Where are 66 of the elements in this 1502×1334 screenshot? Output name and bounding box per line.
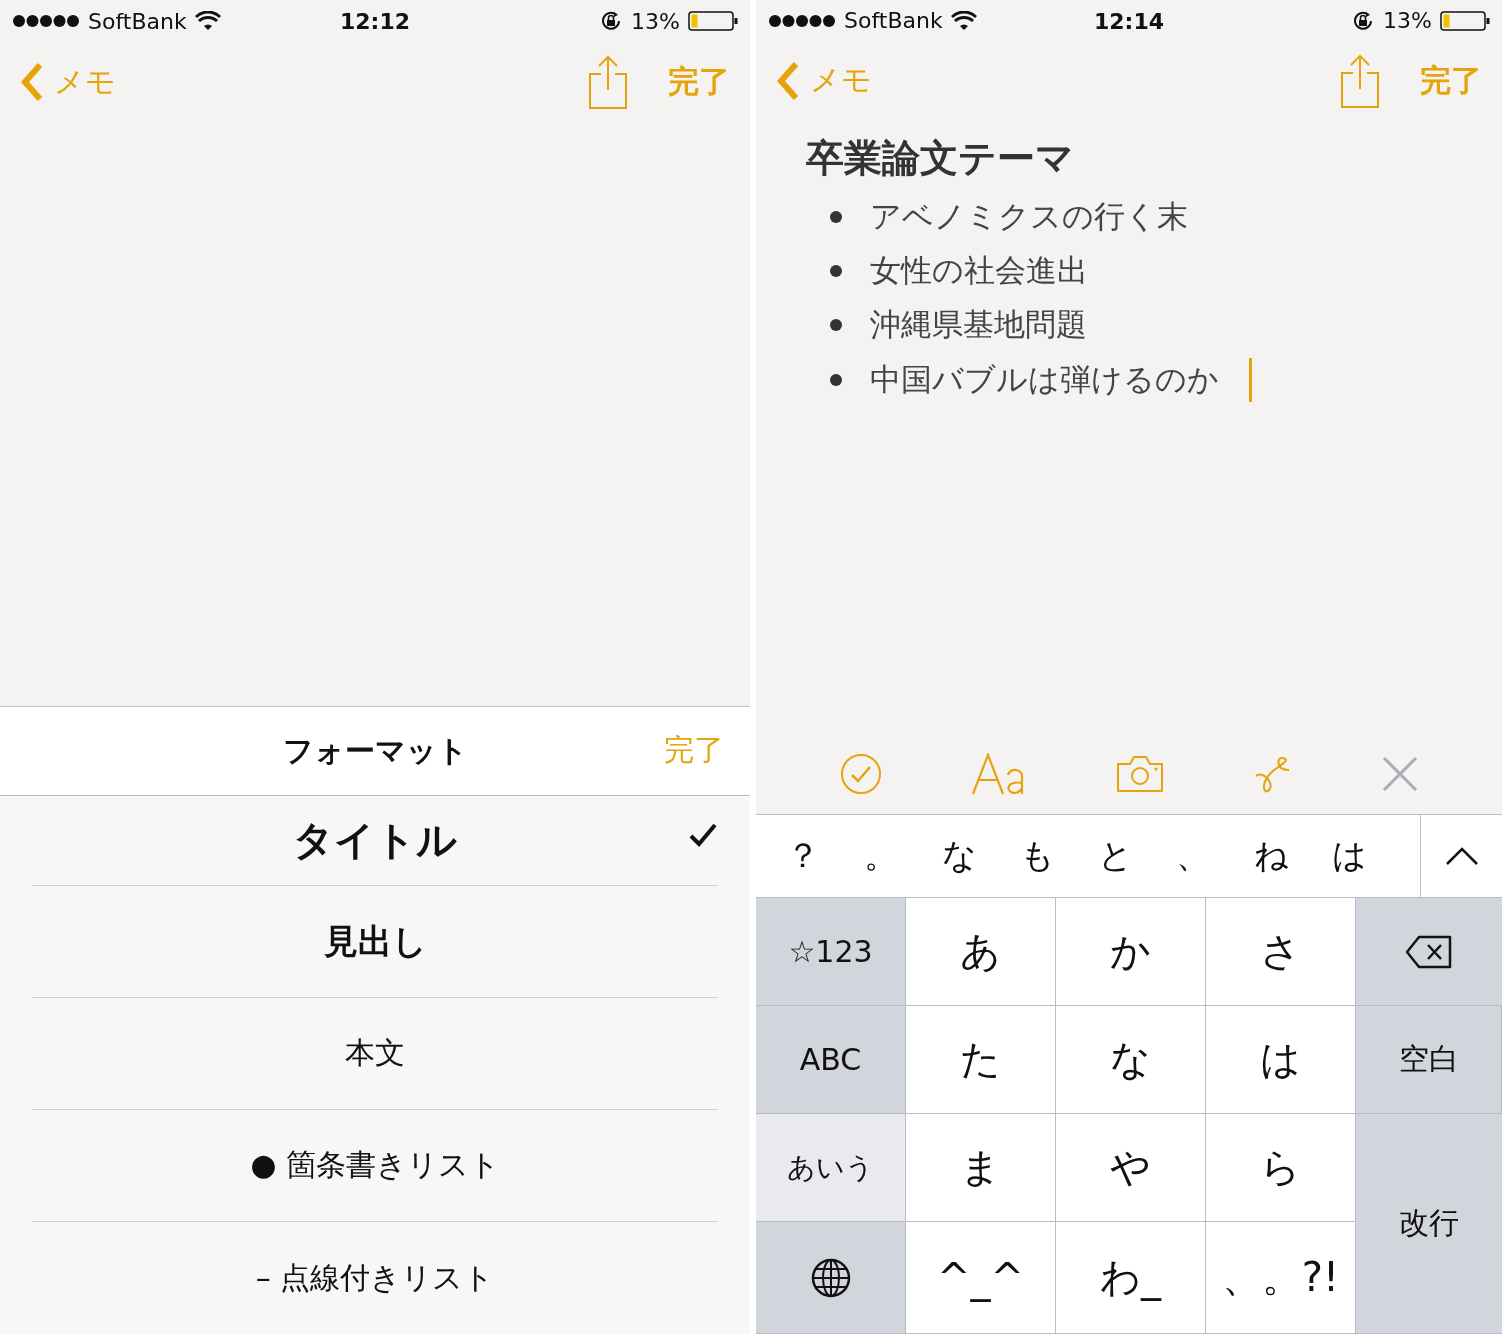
signal-icon bbox=[12, 14, 80, 28]
keyboard-key[interactable]: や bbox=[1056, 1114, 1206, 1222]
keyboard-key[interactable]: さ bbox=[1206, 898, 1356, 1006]
keyboard-key[interactable]: ^_^ bbox=[906, 1222, 1056, 1334]
list-item-text: 沖縄県基地問題 bbox=[870, 304, 1087, 344]
keyboard-key[interactable] bbox=[756, 1222, 906, 1334]
candidate-word[interactable]: ？ bbox=[764, 833, 842, 879]
keyboard-key[interactable]: ら bbox=[1206, 1114, 1356, 1222]
wifi-icon bbox=[194, 11, 221, 31]
list-item-text: 中国バブルは弾けるのか bbox=[870, 359, 1219, 399]
keyboard-key[interactable] bbox=[1356, 898, 1502, 1006]
format-option[interactable]: タイトル bbox=[32, 796, 718, 886]
candidate-word[interactable]: も bbox=[998, 833, 1076, 879]
candidate-word[interactable]: な bbox=[920, 833, 998, 879]
keyboard-key[interactable]: な bbox=[1056, 1006, 1206, 1114]
candidate-word[interactable]: ね bbox=[1232, 833, 1310, 879]
bullet-icon bbox=[830, 210, 842, 223]
keyboard-key[interactable]: ABC bbox=[756, 1006, 906, 1114]
battery-icon bbox=[688, 10, 738, 32]
candidate-word[interactable]: と bbox=[1076, 833, 1154, 879]
format-option[interactable]: ● 箇条書きリスト bbox=[32, 1110, 718, 1222]
format-option[interactable]: 本文 bbox=[32, 998, 718, 1110]
close-icon[interactable] bbox=[1381, 755, 1418, 792]
checkmark-icon bbox=[688, 822, 718, 848]
keyboard-key[interactable]: あいう bbox=[756, 1114, 906, 1222]
signal-icon bbox=[768, 13, 836, 28]
checklist-icon[interactable] bbox=[840, 752, 883, 795]
carrier-name: SoftBank bbox=[88, 8, 187, 34]
keyboard-key[interactable]: ま bbox=[906, 1114, 1056, 1222]
carrier-name: SoftBank bbox=[844, 8, 943, 34]
share-icon[interactable] bbox=[1340, 53, 1380, 109]
bullet-icon bbox=[830, 373, 842, 386]
chevron-up-icon bbox=[1444, 846, 1479, 866]
status-time: 12:12 bbox=[340, 8, 410, 34]
camera-icon[interactable] bbox=[1116, 754, 1164, 793]
format-option[interactable]: – 点線付きリスト bbox=[32, 1222, 718, 1334]
note-title: 卒業論文テーマ bbox=[806, 134, 1075, 182]
keyboard-key[interactable]: か bbox=[1056, 898, 1206, 1006]
candidate-word[interactable]: 。 bbox=[842, 833, 920, 879]
list-item-text: アベノミクスの行く末 bbox=[870, 196, 1188, 236]
battery-percent: 13% bbox=[1383, 8, 1432, 34]
candidate-word[interactable]: 、 bbox=[1154, 833, 1232, 879]
candidate-word[interactable]: は bbox=[1310, 833, 1388, 879]
sheet-title: フォーマット bbox=[282, 731, 468, 770]
battery-icon bbox=[1440, 9, 1490, 32]
status-time: 12:14 bbox=[1094, 8, 1164, 34]
globe-icon bbox=[809, 1256, 852, 1299]
format-option[interactable]: 見出し bbox=[32, 886, 718, 998]
bullet-icon bbox=[830, 264, 842, 277]
keyboard-key[interactable]: 、。?! bbox=[1206, 1222, 1356, 1334]
keyboard-key[interactable]: わ_ bbox=[1056, 1222, 1206, 1334]
back-chevron-icon bbox=[776, 61, 800, 101]
keyboard-key[interactable]: あ bbox=[906, 898, 1056, 1006]
list-item-text: 女性の社会進出 bbox=[870, 250, 1088, 290]
wifi-icon bbox=[950, 10, 977, 31]
bullet-icon bbox=[830, 318, 842, 331]
keyboard-key[interactable]: た bbox=[906, 1006, 1056, 1114]
battery-percent: 13% bbox=[631, 8, 680, 34]
back-chevron-icon bbox=[20, 62, 44, 102]
text-cursor bbox=[1249, 357, 1252, 402]
keyboard-key[interactable]: 空白 bbox=[1356, 1006, 1502, 1114]
keyboard-key[interactable]: は bbox=[1206, 1006, 1356, 1114]
backspace-icon bbox=[1405, 934, 1453, 969]
share-icon[interactable] bbox=[588, 54, 628, 110]
keyboard-key[interactable]: 改行 bbox=[1356, 1114, 1502, 1334]
keyboard-key[interactable]: ☆123 bbox=[756, 898, 906, 1006]
